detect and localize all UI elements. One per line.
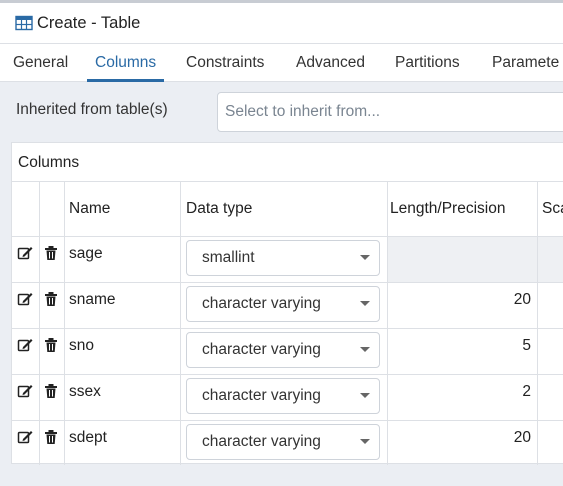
- edit-icon[interactable]: [17, 337, 33, 353]
- data-type-select[interactable]: character varying: [186, 286, 380, 322]
- row-divider: [12, 328, 563, 329]
- header-length-precision[interactable]: Length/Precision: [390, 200, 505, 218]
- column-name-cell[interactable]: sdept: [69, 429, 107, 447]
- tab-general[interactable]: General: [13, 44, 68, 81]
- column-name-cell[interactable]: sage: [69, 245, 103, 263]
- column-divider: [537, 181, 538, 465]
- length-cell[interactable]: 20: [411, 291, 531, 309]
- column-name-cell[interactable]: sno: [69, 337, 94, 355]
- tab-constraints[interactable]: Constraints: [186, 44, 264, 81]
- column-divider: [64, 181, 65, 465]
- data-type-value: character varying: [202, 341, 321, 358]
- edit-icon[interactable]: [17, 291, 33, 307]
- column-divider: [387, 181, 388, 465]
- data-type-value: character varying: [202, 433, 321, 450]
- tab-parameters[interactable]: Paramete: [492, 44, 559, 81]
- column-divider: [180, 181, 181, 465]
- trash-icon[interactable]: [43, 429, 59, 445]
- inherit-label: Inherited from table(s): [16, 101, 168, 118]
- data-type-value: smallint: [202, 249, 255, 266]
- header-data-type[interactable]: Data type: [186, 200, 252, 218]
- tab-bar: General Columns Constraints Advanced Par…: [0, 43, 563, 82]
- chevron-down-icon: [360, 347, 370, 352]
- column-name-cell[interactable]: ssex: [69, 383, 101, 401]
- trash-icon[interactable]: [43, 245, 59, 261]
- table-icon: [15, 15, 33, 31]
- tab-partitions[interactable]: Partitions: [395, 44, 460, 81]
- length-cell[interactable]: 5: [411, 337, 531, 355]
- edit-icon[interactable]: [17, 429, 33, 445]
- data-type-select[interactable]: character varying: [186, 378, 380, 414]
- length-cell[interactable]: 20: [411, 429, 531, 447]
- edit-icon[interactable]: [17, 245, 33, 261]
- header-top-divider: [12, 181, 563, 182]
- trash-icon[interactable]: [43, 291, 59, 307]
- length-cell-disabled: [388, 237, 537, 282]
- columns-panel-title: Columns: [18, 154, 80, 171]
- data-type-select[interactable]: smallint: [186, 240, 380, 276]
- data-type-value: character varying: [202, 295, 321, 312]
- row-divider: [12, 282, 563, 283]
- chevron-down-icon: [360, 301, 370, 306]
- length-cell[interactable]: 2: [411, 383, 531, 401]
- header-scale[interactable]: Sca: [542, 200, 563, 218]
- header-name[interactable]: Name: [69, 200, 110, 218]
- chevron-down-icon: [360, 393, 370, 398]
- data-type-select[interactable]: character varying: [186, 332, 380, 368]
- inherit-select[interactable]: Select to inherit from...: [217, 92, 563, 132]
- dialog-titlebar: Create - Table: [0, 3, 563, 43]
- chevron-down-icon: [360, 255, 370, 260]
- data-type-select[interactable]: character varying: [186, 424, 380, 460]
- data-type-value: character varying: [202, 387, 321, 404]
- column-divider: [39, 181, 40, 465]
- tab-advanced[interactable]: Advanced: [296, 44, 365, 81]
- chevron-down-icon: [360, 439, 370, 444]
- tab-columns[interactable]: Columns: [86, 44, 165, 82]
- dialog-title: Create - Table: [37, 13, 141, 32]
- columns-panel: Columns Name Data type Length/Precision …: [11, 142, 563, 465]
- edit-icon[interactable]: [17, 383, 33, 399]
- scale-cell-disabled: [538, 237, 563, 282]
- column-name-cell[interactable]: sname: [69, 291, 116, 309]
- trash-icon[interactable]: [43, 337, 59, 353]
- row-divider: [12, 420, 563, 421]
- row-divider: [12, 374, 563, 375]
- trash-icon[interactable]: [43, 383, 59, 399]
